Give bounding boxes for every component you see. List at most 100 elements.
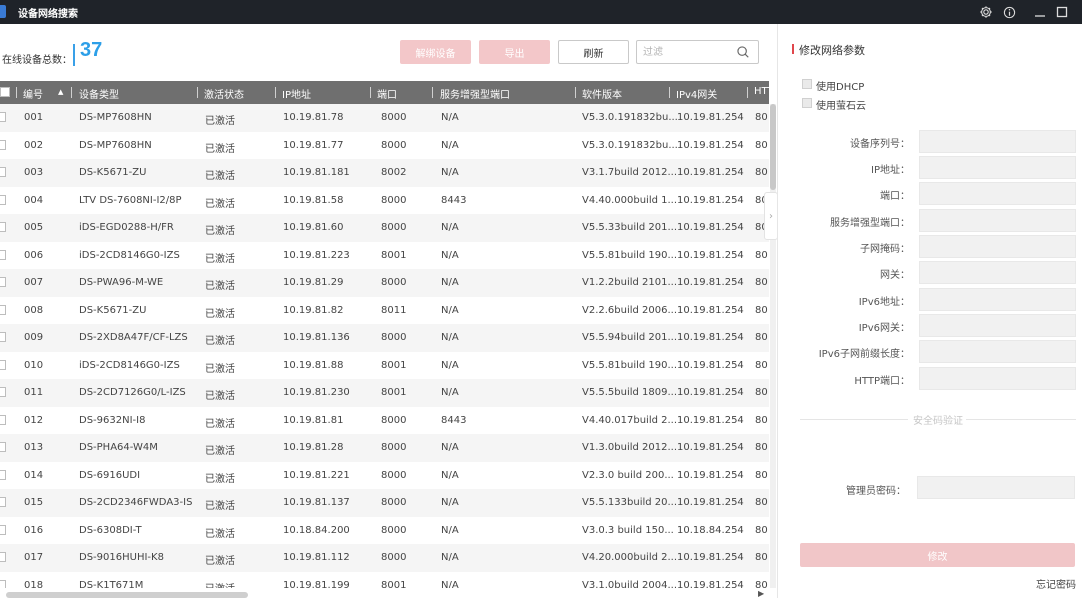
row-checkbox[interactable] xyxy=(0,112,6,122)
table-row[interactable]: 004 LTV DS-7608NI-I2/8P 已激活 10.19.81.58 … xyxy=(0,186,769,214)
gateway-field[interactable] xyxy=(919,261,1076,284)
column-separator xyxy=(275,87,276,98)
table-row[interactable]: 014 DS-6916UDI 已激活 10.19.81.221 8000 N/A… xyxy=(0,461,769,489)
column-header-port[interactable]: 端口 xyxy=(377,86,397,101)
row-checkbox[interactable] xyxy=(0,332,6,342)
table-row[interactable]: 008 DS-K5671-ZU 已激活 10.19.81.82 8011 N/A… xyxy=(0,296,769,324)
cell-no: 017 xyxy=(24,552,44,563)
cell-version: V4.20.000build 2... xyxy=(582,552,678,563)
cell-version: V1.2.2build 2101... xyxy=(582,277,678,288)
column-header-type[interactable]: 设备类型 xyxy=(79,86,119,101)
row-checkbox[interactable] xyxy=(0,277,6,287)
enh-port-field[interactable] xyxy=(919,209,1076,232)
row-checkbox[interactable] xyxy=(0,222,6,232)
row-checkbox[interactable] xyxy=(0,359,6,370)
cell-ip: 10.18.84.200 xyxy=(283,524,350,536)
column-header-ip[interactable]: IP地址 xyxy=(282,86,311,101)
refresh-button[interactable]: 刷新 xyxy=(558,40,629,64)
modify-button[interactable]: 修改 xyxy=(800,543,1075,567)
export-button[interactable]: 导出 xyxy=(479,40,550,64)
table-row[interactable]: 010 iDS-2CD8146G0-IZS 已激活 10.19.81.88 80… xyxy=(0,351,769,379)
gear-icon[interactable] xyxy=(977,3,995,21)
ipv6-field[interactable] xyxy=(919,288,1076,311)
table-row[interactable]: 006 iDS-2CD8146G0-IZS 已激活 10.19.81.223 8… xyxy=(0,241,769,269)
admin-password-field[interactable] xyxy=(917,476,1075,499)
column-header-enh-port[interactable]: 服务增强型端口 xyxy=(440,86,510,101)
table-row[interactable]: 001 DS-MP7608HN 已激活 10.19.81.78 8000 N/A… xyxy=(0,104,769,132)
table-row[interactable]: 003 DS-K5671-ZU 已激活 10.19.81.181 8002 N/… xyxy=(0,159,769,187)
cell-type: DS-2CD2346FWDA3-IS xyxy=(79,497,193,508)
row-checkbox[interactable] xyxy=(0,442,6,452)
search-icon[interactable] xyxy=(736,45,750,59)
ipv6-prefix-field[interactable] xyxy=(919,340,1076,363)
vertical-scroll-thumb[interactable] xyxy=(770,104,776,190)
http-port-field[interactable] xyxy=(919,367,1076,390)
forgot-password-link[interactable]: 忘记密码 xyxy=(1036,576,1076,591)
row-checkbox[interactable] xyxy=(0,524,6,535)
table-row[interactable]: 005 iDS-EGD0288-H/FR 已激活 10.19.81.60 800… xyxy=(0,214,769,242)
maximize-icon[interactable] xyxy=(1053,3,1071,21)
scroll-right-icon[interactable]: ▶ xyxy=(758,589,764,598)
cell-type: DS-K5671-ZU xyxy=(79,167,147,178)
select-all-checkbox[interactable] xyxy=(0,87,10,97)
column-header-no[interactable]: 编号 xyxy=(23,86,43,101)
cell-port: 8011 xyxy=(381,304,407,316)
cell-enh-port: N/A xyxy=(441,579,459,589)
table-row[interactable]: 018 DS-K1T671M 已激活 10.19.81.199 8001 N/A… xyxy=(0,571,769,589)
row-checkbox[interactable] xyxy=(0,552,6,562)
row-checkbox[interactable] xyxy=(0,304,6,315)
cell-no: 013 xyxy=(24,442,44,453)
table-row[interactable]: 002 DS-MP7608HN 已激活 10.19.81.77 8000 N/A… xyxy=(0,131,769,159)
table-row[interactable]: 013 DS-PHA64-W4M 已激活 10.19.81.28 8000 N/… xyxy=(0,434,769,462)
row-checkbox[interactable] xyxy=(0,249,6,260)
activate-button[interactable]: 解绑设备 xyxy=(400,40,471,64)
mask-field[interactable] xyxy=(919,235,1076,258)
filter-input[interactable] xyxy=(643,45,733,59)
cell-type: DS-MP7608HN xyxy=(79,112,152,123)
horizontal-scroll-thumb[interactable] xyxy=(6,592,248,598)
dhcp-checkbox[interactable] xyxy=(802,79,812,89)
table-row[interactable]: 017 DS-9016HUHI-K8 已激活 10.19.81.112 8000… xyxy=(0,544,769,572)
cell-version: V4.40.017build 2... xyxy=(582,414,678,426)
collapse-panel-chevron-icon[interactable]: › xyxy=(764,192,778,240)
row-checkbox[interactable] xyxy=(0,497,6,507)
table-row[interactable]: 012 DS-9632NI-I8 已激活 10.19.81.81 8000 84… xyxy=(0,406,769,434)
ipv6-label: IPv6地址： xyxy=(858,297,910,308)
column-separator xyxy=(370,87,371,98)
cell-port: 8002 xyxy=(381,167,407,178)
row-checkbox[interactable] xyxy=(0,167,6,177)
column-header-gateway[interactable]: IPv4网关 xyxy=(676,86,717,101)
table-row[interactable]: 016 DS-6308DI-T 已激活 10.18.84.200 8000 N/… xyxy=(0,516,769,544)
cell-port: 8000 xyxy=(381,277,407,288)
cell-enh-port: N/A xyxy=(441,332,459,343)
ezviz-checkbox[interactable] xyxy=(802,98,812,108)
dhcp-label: 使用DHCP xyxy=(816,82,865,93)
ipv6-gateway-field[interactable] xyxy=(919,314,1076,337)
column-header-http[interactable]: HTT xyxy=(754,86,774,97)
divider xyxy=(800,419,908,420)
cell-http: 80 xyxy=(755,524,768,536)
column-header-version[interactable]: 软件版本 xyxy=(582,86,622,101)
vertical-scrollbar[interactable] xyxy=(770,104,776,588)
column-header-status[interactable]: 激活状态 xyxy=(204,86,244,101)
cell-type: DS-MP7608HN xyxy=(79,139,152,151)
row-checkbox[interactable] xyxy=(0,387,6,397)
table-row[interactable]: 015 DS-2CD2346FWDA3-IS 已激活 10.19.81.137 … xyxy=(0,489,769,517)
table-row[interactable]: 009 DS-2XD8A47F/CF-LZS 已激活 10.19.81.136 … xyxy=(0,324,769,352)
minimize-icon[interactable] xyxy=(1031,3,1049,21)
ip-field[interactable] xyxy=(919,156,1076,179)
sort-asc-icon[interactable]: ▲ xyxy=(58,88,63,96)
row-checkbox[interactable] xyxy=(0,579,6,588)
horizontal-scrollbar[interactable]: ▶ xyxy=(0,588,769,598)
cell-gateway: 10.19.81.254 xyxy=(677,359,744,371)
row-checkbox[interactable] xyxy=(0,194,6,205)
table-row[interactable]: 007 DS-PWA96-M-WE 已激活 10.19.81.29 8000 N… xyxy=(0,269,769,297)
port-field[interactable] xyxy=(919,182,1076,205)
row-checkbox[interactable] xyxy=(0,469,6,480)
info-icon[interactable] xyxy=(1000,3,1018,21)
row-checkbox[interactable] xyxy=(0,414,6,425)
row-checkbox[interactable] xyxy=(0,139,6,150)
cell-no: 002 xyxy=(24,139,44,151)
column-separator xyxy=(669,87,670,98)
table-row[interactable]: 011 DS-2CD7126G0/L-IZS 已激活 10.19.81.230 … xyxy=(0,379,769,407)
